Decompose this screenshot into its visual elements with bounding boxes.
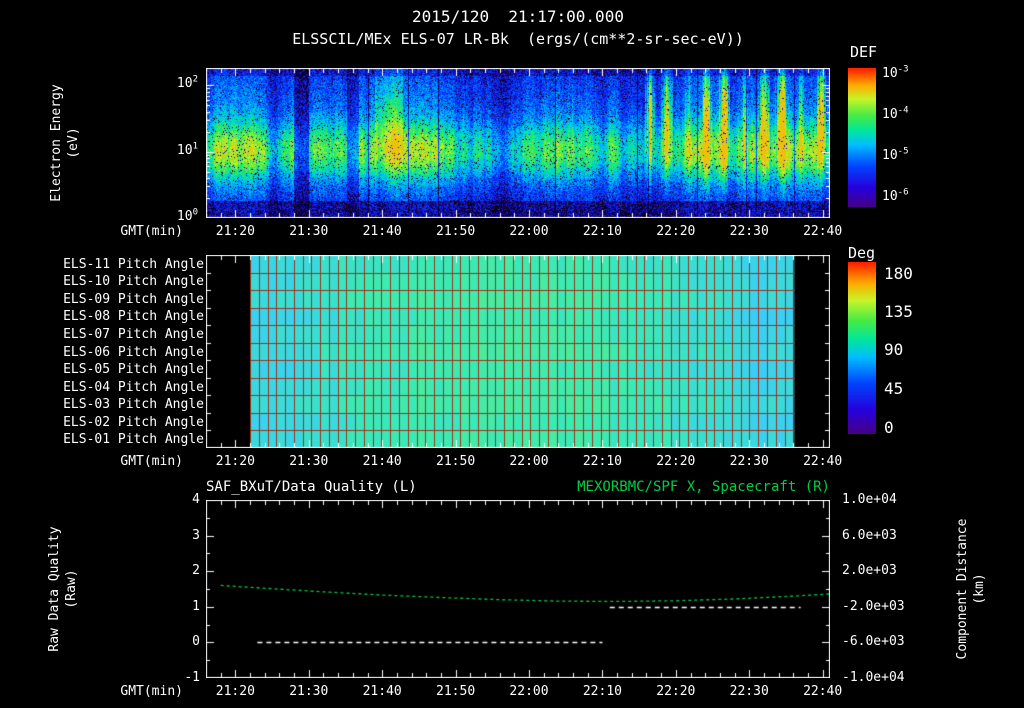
deg-colorbar: [848, 262, 876, 434]
x-tick-label-p2: 22:40: [793, 454, 853, 470]
deg-colorbar-tick: 0: [884, 419, 934, 437]
gmt-label-p2: GMT(min): [99, 454, 183, 470]
raw-data-quality-axis-label: Raw Data Quality (Raw): [46, 499, 82, 679]
x-tick-label-p3: 21:30: [279, 684, 339, 700]
x-tick-label-p1: 21:40: [352, 224, 412, 240]
x-tick-label-p3: 22:40: [793, 684, 853, 700]
deg-colorbar-tick: 45: [884, 380, 934, 398]
spectrogram-display: 2015/120 21:17:00.000 ELSSCIL/MEx ELS-07…: [0, 0, 1024, 708]
y-tick-label-left: -1: [150, 670, 200, 686]
x-tick-label-p2: 22:20: [646, 454, 706, 470]
pitch-row-label: ELS-11 Pitch Angle: [60, 257, 204, 273]
x-tick-label-p3: 22:30: [719, 684, 779, 700]
component-distance-axis-label: Component Distance (km): [954, 499, 990, 679]
component-distance-axis-label-line2: (km): [971, 499, 988, 679]
x-tick-label-p2: 22:10: [572, 454, 632, 470]
x-tick-label-p2: 21:30: [279, 454, 339, 470]
deg-colorbar-label: Deg: [848, 244, 875, 262]
y-tick-label-right: 6.0e+03: [842, 528, 932, 544]
gmt-label-p1: GMT(min): [99, 224, 183, 240]
y-tick-label-left: 2: [150, 563, 200, 579]
x-tick-label-p3: 22:10: [572, 684, 632, 700]
pitch-row-label: ELS-09 Pitch Angle: [60, 292, 204, 308]
x-tick-label-p2: 22:30: [719, 454, 779, 470]
x-tick-label-p2: 22:00: [499, 454, 559, 470]
x-tick-label-p3: 22:20: [646, 684, 706, 700]
y-tick-label-right: -1.0e+04: [842, 670, 932, 686]
y-tick-label-p1: 101: [146, 143, 198, 159]
x-tick-label-p1: 22:00: [499, 224, 559, 240]
def-colorbar-label: DEF: [850, 43, 877, 61]
def-colorbar-tick: 10-5: [882, 148, 942, 164]
def-colorbar-tick: 10-3: [882, 66, 942, 82]
panel1-title: ELSSCIL/MEx ELS-07 LR-Bk (ergs/(cm**2-sr…: [146, 30, 890, 48]
pitch-row-label: ELS-10 Pitch Angle: [60, 274, 204, 290]
y-tick-label-right: -6.0e+03: [842, 634, 932, 650]
raw-data-quality-axis-label-line2: (Raw): [63, 499, 80, 679]
pitch-row-label: ELS-03 Pitch Angle: [60, 397, 204, 413]
x-tick-label-p1: 22:10: [572, 224, 632, 240]
deg-colorbar-tick: 180: [884, 265, 934, 283]
timestamp-title: 2015/120 21:17:00.000: [206, 7, 830, 26]
electron-energy-spectrogram-plot: [206, 68, 830, 218]
def-colorbar-tick: 10-6: [882, 189, 942, 205]
pitch-row-label: ELS-06 Pitch Angle: [60, 345, 204, 361]
y-tick-label-right: 2.0e+03: [842, 563, 932, 579]
pitch-row-label: ELS-02 Pitch Angle: [60, 415, 204, 431]
x-tick-label-p1: 21:30: [279, 224, 339, 240]
y-tick-label-p1: 100: [146, 209, 198, 225]
electron-energy-axis-label: Electron Energy (eV): [48, 63, 84, 223]
x-tick-label-p1: 21:50: [426, 224, 486, 240]
pitch-angle-heatmap-plot: [206, 255, 830, 448]
y-tick-label-right: 1.0e+04: [842, 492, 932, 508]
y-tick-label-left: 3: [150, 528, 200, 544]
x-tick-label-p3: 21:50: [426, 684, 486, 700]
x-tick-label-p1: 22:20: [646, 224, 706, 240]
electron-energy-axis-label-line2: (eV): [65, 63, 82, 223]
x-tick-label-p1: 21:20: [205, 224, 265, 240]
y-tick-label-right: -2.0e+03: [842, 599, 932, 615]
x-tick-label-p1: 22:30: [719, 224, 779, 240]
x-tick-label-p1: 22:40: [793, 224, 853, 240]
x-tick-label-p2: 21:50: [426, 454, 486, 470]
pitch-row-label: ELS-07 Pitch Angle: [60, 327, 204, 343]
def-colorbar-tick: 10-4: [882, 107, 942, 123]
x-tick-label-p2: 21:20: [205, 454, 265, 470]
pitch-row-label: ELS-08 Pitch Angle: [60, 309, 204, 325]
raw-data-quality-axis-label-line1: Raw Data Quality: [46, 499, 63, 679]
quality-position-line-plot: [206, 500, 830, 678]
x-tick-label-p3: 22:00: [499, 684, 559, 700]
pitch-row-label: ELS-05 Pitch Angle: [60, 362, 204, 378]
deg-colorbar-tick: 90: [884, 341, 934, 359]
x-tick-label-p3: 21:40: [352, 684, 412, 700]
y-tick-label-left: 1: [150, 599, 200, 615]
deg-colorbar-tick: 135: [884, 303, 934, 321]
y-tick-label-left: 0: [150, 634, 200, 650]
pitch-row-label: ELS-01 Pitch Angle: [60, 432, 204, 448]
panel3-title-right: MEXORBMC/SPF X, Spacecraft (R): [206, 479, 830, 495]
gmt-label-p3: GMT(min): [99, 684, 183, 700]
component-distance-axis-label-line1: Component Distance: [954, 499, 971, 679]
y-tick-label-p1: 102: [146, 76, 198, 92]
def-colorbar: [848, 68, 876, 207]
y-tick-label-left: 4: [150, 492, 200, 508]
x-tick-label-p2: 21:40: [352, 454, 412, 470]
x-tick-label-p3: 21:20: [205, 684, 265, 700]
pitch-row-label: ELS-04 Pitch Angle: [60, 380, 204, 396]
electron-energy-axis-label-line1: Electron Energy: [48, 63, 65, 223]
